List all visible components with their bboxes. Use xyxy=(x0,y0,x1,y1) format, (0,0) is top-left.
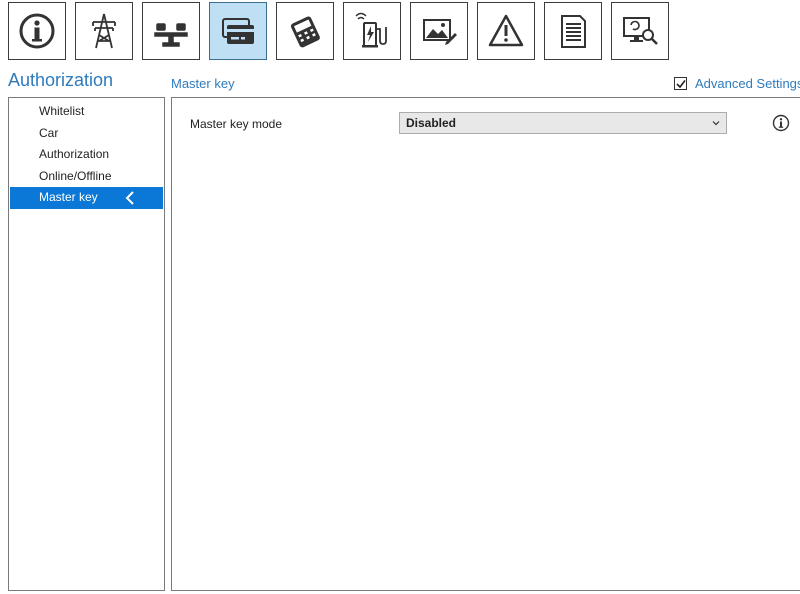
checkmark-icon xyxy=(675,79,686,88)
master-key-mode-label: Master key mode xyxy=(190,117,283,131)
panel-title: Master key xyxy=(171,76,235,91)
chevron-down-icon xyxy=(712,121,720,126)
sidebar-item-label: Master key xyxy=(39,190,98,204)
sidebar-item-label: Car xyxy=(39,125,59,140)
toolbar-button-diagnostics[interactable] xyxy=(611,2,669,60)
sidebar: Whitelist Car Authorization Online/Offli… xyxy=(8,97,165,591)
info-icon xyxy=(19,13,55,49)
sidebar-item-whitelist[interactable]: Whitelist xyxy=(10,101,163,123)
warning-icon xyxy=(488,14,524,47)
toolbar-button-authorization[interactable] xyxy=(209,2,267,60)
toolbar-button-load-balancing[interactable] xyxy=(142,2,200,60)
toolbar-button-log[interactable] xyxy=(544,2,602,60)
section-title: Authorization xyxy=(8,70,114,90)
info-icon[interactable] xyxy=(772,114,790,132)
cards-icon xyxy=(222,18,254,44)
content-panel: Master key mode Disabled xyxy=(171,97,800,591)
toolbar-button-info[interactable] xyxy=(8,2,66,60)
power-pylon-icon xyxy=(92,13,116,49)
advanced-settings-checkbox[interactable] xyxy=(674,77,687,90)
image-edit-icon xyxy=(423,19,457,45)
balance-icon xyxy=(154,23,188,47)
sidebar-item-online-offline[interactable]: Online/Offline xyxy=(10,166,163,188)
sidebar-item-label: Online/Offline xyxy=(39,168,112,183)
sidebar-item-label: Authorization xyxy=(39,147,110,161)
master-key-mode-value: Disabled xyxy=(406,116,457,130)
payment-terminal-icon xyxy=(290,16,320,48)
document-icon xyxy=(561,15,586,48)
sidebar-item-label: Whitelist xyxy=(39,104,85,118)
toolbar-button-grid[interactable] xyxy=(75,2,133,60)
toolbar-button-payment[interactable] xyxy=(276,2,334,60)
chevron-left-icon xyxy=(125,191,134,205)
master-key-mode-select[interactable]: Disabled xyxy=(399,112,727,134)
sidebar-item-car[interactable]: Car xyxy=(10,123,163,145)
charging-station-icon xyxy=(355,12,387,48)
sidebar-item-master-key[interactable]: Master key xyxy=(10,187,163,209)
toolbar-button-charging[interactable] xyxy=(343,2,401,60)
advanced-settings-toggle[interactable]: Advanced Settings xyxy=(674,76,800,91)
sidebar-item-authorization[interactable]: Authorization xyxy=(10,144,163,166)
monitor-search-icon xyxy=(623,17,658,45)
advanced-settings-label: Advanced Settings xyxy=(695,76,800,91)
toolbar-button-errors[interactable] xyxy=(477,2,535,60)
toolbar-button-display[interactable] xyxy=(410,2,468,60)
